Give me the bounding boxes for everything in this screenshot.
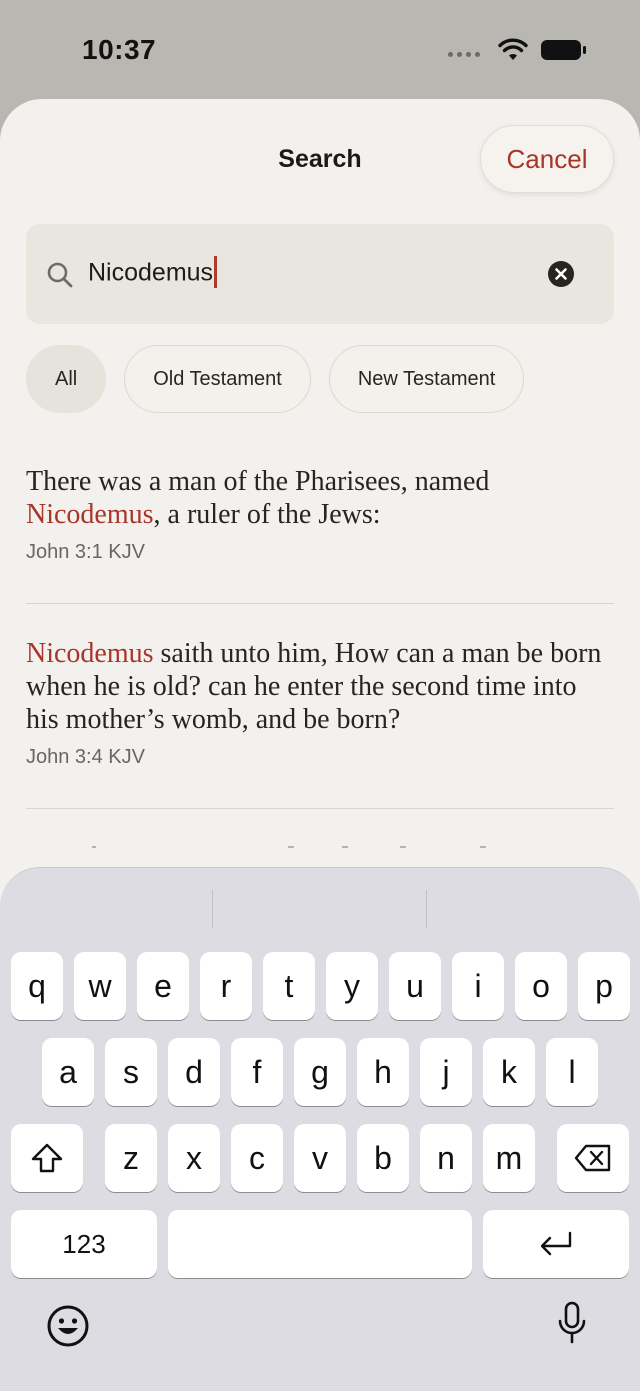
- verse-match: Nicodemus: [26, 499, 154, 530]
- key-d[interactable]: d: [168, 1038, 220, 1106]
- divider: [26, 603, 614, 604]
- status-icons: [448, 38, 588, 62]
- emoji-icon[interactable]: [46, 1304, 90, 1348]
- key-p[interactable]: p: [578, 952, 630, 1020]
- testament-filter: All Old Testament New Testament: [26, 345, 525, 413]
- key-a[interactable]: a: [42, 1038, 94, 1106]
- search-result[interactable]: Nicodemus saith unto him, How can a man …: [26, 637, 614, 769]
- key-v[interactable]: v: [294, 1124, 346, 1192]
- signal-dots-icon: [448, 51, 480, 57]
- next-result-partial: [92, 846, 486, 848]
- filter-old-testament[interactable]: Old Testament: [124, 345, 311, 413]
- microphone-icon[interactable]: [556, 1300, 588, 1346]
- key-s[interactable]: s: [105, 1038, 157, 1106]
- shift-icon: [31, 1143, 63, 1173]
- shift-key[interactable]: [11, 1124, 83, 1192]
- search-input[interactable]: Nicodemus: [26, 224, 614, 324]
- key-u[interactable]: u: [389, 952, 441, 1020]
- key-l[interactable]: l: [546, 1038, 598, 1106]
- backspace-key[interactable]: [557, 1124, 629, 1192]
- key-n[interactable]: n: [420, 1124, 472, 1192]
- verse-text-before: There was a man of the Pharisees, named: [26, 466, 490, 497]
- key-t[interactable]: t: [263, 952, 315, 1020]
- verse-text-after: , a ruler of the Jews:: [153, 499, 381, 530]
- key-j[interactable]: j: [420, 1038, 472, 1106]
- divider: [26, 808, 614, 809]
- key-h[interactable]: h: [357, 1038, 409, 1106]
- key-e[interactable]: e: [137, 952, 189, 1020]
- verse-reference: John 3:1 KJV: [26, 541, 145, 563]
- key-c[interactable]: c: [231, 1124, 283, 1192]
- search-result[interactable]: There was a man of the Pharisees, named …: [26, 465, 614, 564]
- key-w[interactable]: w: [74, 952, 126, 1020]
- prediction-separator: [212, 890, 213, 928]
- key-y[interactable]: y: [326, 952, 378, 1020]
- wifi-icon: [498, 38, 528, 60]
- status-time: 10:37: [82, 34, 157, 65]
- prediction-separator: [426, 890, 427, 928]
- key-r[interactable]: r: [200, 952, 252, 1020]
- battery-icon: [541, 40, 586, 60]
- verse-text: Nicodemus saith unto him, How can a man …: [26, 637, 614, 736]
- return-key[interactable]: [483, 1210, 629, 1278]
- key-b[interactable]: b: [357, 1124, 409, 1192]
- search-icon: [47, 262, 73, 288]
- key-x[interactable]: x: [168, 1124, 220, 1192]
- verse-text: There was a man of the Pharisees, named …: [26, 465, 614, 531]
- key-o[interactable]: o: [515, 952, 567, 1020]
- space-key[interactable]: [168, 1210, 472, 1278]
- verse-reference: John 3:4 KJV: [26, 746, 145, 768]
- key-f[interactable]: f: [231, 1038, 283, 1106]
- search-field-text[interactable]: Nicodemus: [88, 256, 218, 290]
- filter-all[interactable]: All: [26, 345, 107, 413]
- key-k[interactable]: k: [483, 1038, 535, 1106]
- filter-new-testament[interactable]: New Testament: [328, 345, 525, 413]
- key-z[interactable]: z: [105, 1124, 157, 1192]
- numbers-key[interactable]: 123: [11, 1210, 157, 1278]
- search-query: Nicodemus: [88, 258, 214, 287]
- backspace-icon: [574, 1144, 611, 1172]
- keyboard: qwertyuiop asdfghjkl zxcvbnm 123: [0, 867, 640, 1391]
- text-cursor: [214, 256, 218, 288]
- verse-match: Nicodemus: [26, 638, 154, 669]
- cancel-button[interactable]: Cancel: [480, 125, 614, 193]
- return-icon: [540, 1231, 572, 1256]
- key-g[interactable]: g: [294, 1038, 346, 1106]
- key-i[interactable]: i: [452, 952, 504, 1020]
- key-m[interactable]: m: [483, 1124, 535, 1192]
- clear-search-icon[interactable]: [548, 261, 574, 287]
- key-q[interactable]: q: [11, 952, 63, 1020]
